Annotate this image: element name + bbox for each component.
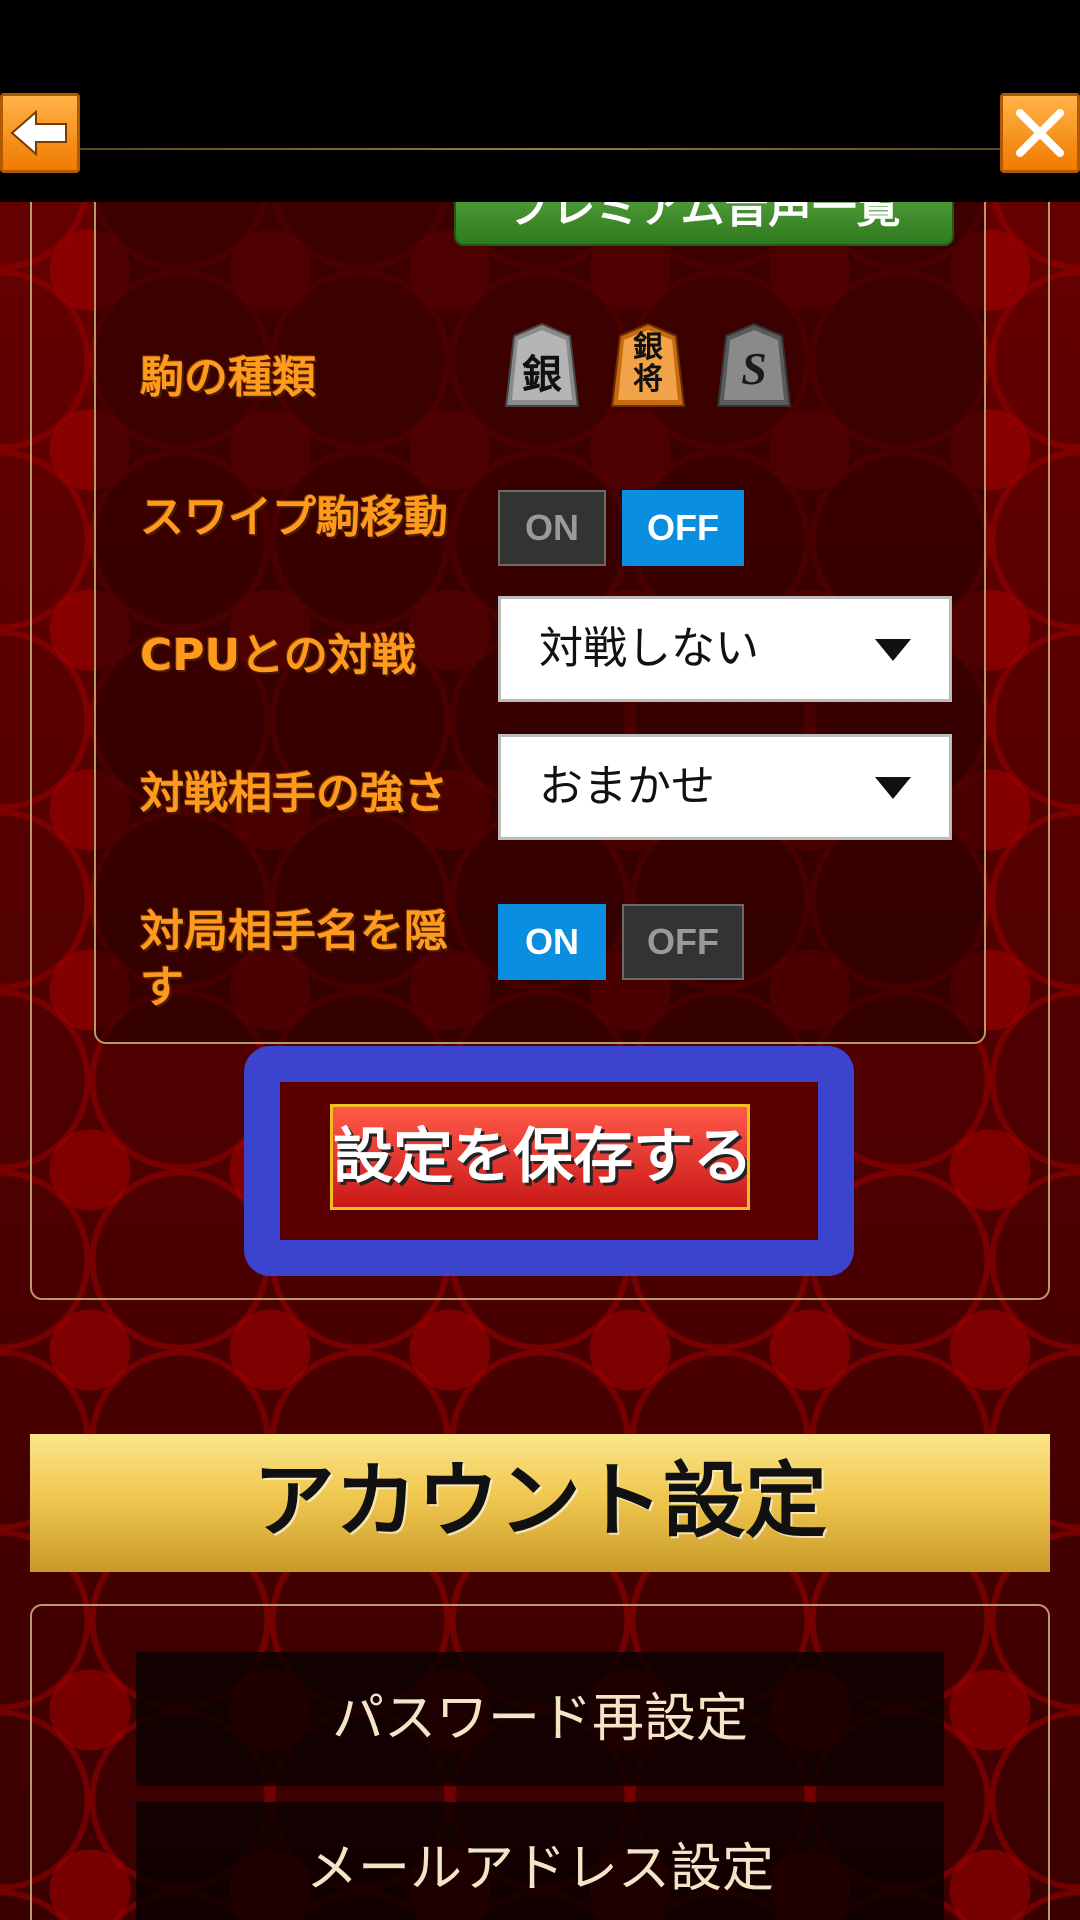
save-settings-button[interactable]: 設定を保存する xyxy=(330,1104,750,1210)
hide-name-on-toggle[interactable]: ON xyxy=(498,904,606,980)
back-button[interactable] xyxy=(0,93,80,173)
close-icon xyxy=(1016,109,1064,157)
close-button[interactable] xyxy=(1000,93,1080,173)
opponent-strength-select[interactable]: おまかせ xyxy=(498,734,952,840)
cpu-match-label: CPUとの対戦 xyxy=(140,630,416,681)
swipe-move-on-toggle[interactable]: ON xyxy=(498,490,606,566)
dropdown-arrow-icon xyxy=(875,777,911,799)
save-highlight-frame: 設定を保存する xyxy=(244,1046,854,1276)
password-reset-button[interactable]: パスワード再設定 xyxy=(136,1652,944,1786)
piece-option-label: 銀 xyxy=(522,352,562,398)
top-bar xyxy=(0,0,1080,202)
save-settings-label: 設定を保存する xyxy=(333,1122,750,1192)
hide-opponent-name-label: 対局相手名を隠す xyxy=(140,906,448,1013)
header-divider xyxy=(80,148,1000,150)
arrow-left-icon xyxy=(10,109,67,157)
piece-type-label: 駒の種類 xyxy=(140,352,316,403)
swipe-move-off-toggle[interactable]: OFF xyxy=(622,490,744,566)
swipe-move-label: スワイプ駒移動 xyxy=(140,492,448,543)
email-settings-button[interactable]: メールアドレス設定 xyxy=(136,1802,944,1920)
opponent-strength-label: 対戦相手の強さ xyxy=(140,768,448,819)
piece-option-label: 銀将 xyxy=(633,330,663,397)
dropdown-arrow-icon xyxy=(875,639,911,661)
opponent-strength-value: おまかせ xyxy=(539,761,715,812)
account-settings-header: アカウント設定 xyxy=(30,1434,1050,1572)
piece-option-ginsho[interactable]: 銀将 xyxy=(610,322,686,408)
cpu-match-value: 対戦しない xyxy=(539,623,759,674)
save-highlight-inner: 設定を保存する xyxy=(280,1082,818,1240)
piece-option-s[interactable]: S xyxy=(716,322,792,408)
hide-name-off-toggle[interactable]: OFF xyxy=(622,904,744,980)
piece-option-gin[interactable]: 銀 xyxy=(504,322,580,408)
piece-option-label: S xyxy=(741,343,767,394)
cpu-match-select[interactable]: 対戦しない xyxy=(498,596,952,702)
